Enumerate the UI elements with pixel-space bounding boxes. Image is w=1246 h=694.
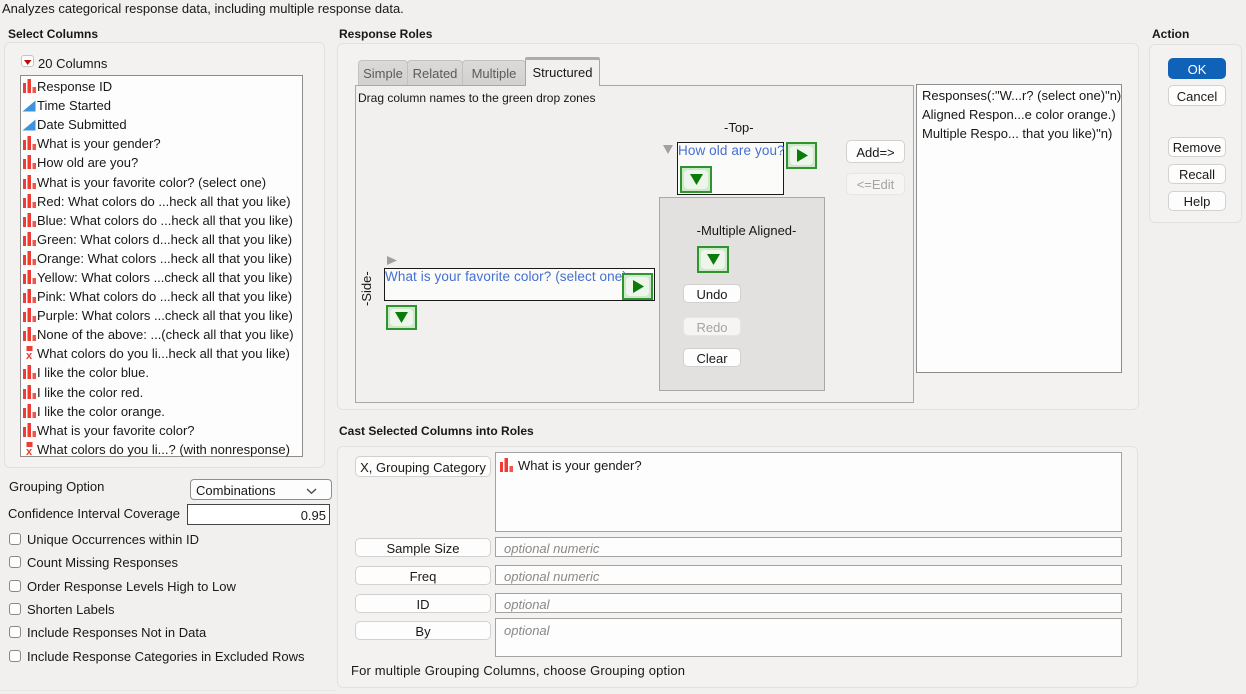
svg-text:x: x [26, 446, 33, 457]
svg-text:x: x [26, 350, 33, 361]
